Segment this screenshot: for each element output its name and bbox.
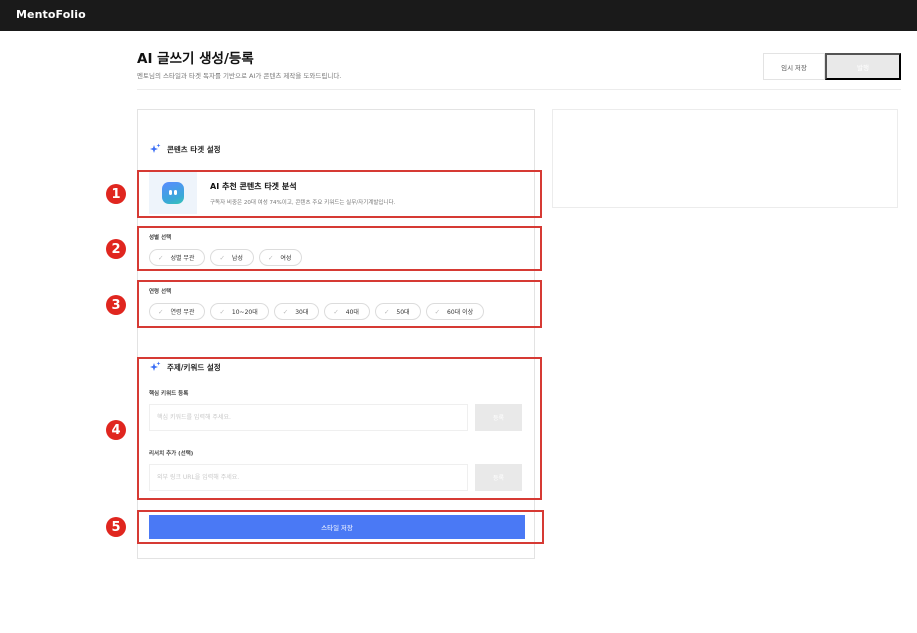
- target-section-title: 콘텐츠 타겟 설정: [167, 144, 221, 154]
- annotation-badge-1: 1: [106, 184, 126, 204]
- annotation-box-1: [137, 170, 542, 218]
- header-divider: [137, 89, 901, 90]
- annotation-badge-2: 2: [106, 239, 126, 259]
- annotation-box-2: [137, 226, 542, 271]
- publish-button[interactable]: 발행: [825, 53, 901, 80]
- preview-panel: [552, 109, 898, 208]
- annotation-box-5: [137, 510, 544, 544]
- page-title: AI 글쓰기 생성/등록: [137, 51, 254, 67]
- brand-logo[interactable]: MentoFolio: [16, 8, 86, 21]
- annotation-badge-5: 5: [106, 517, 126, 537]
- top-nav-bar: MentoFolio: [0, 0, 917, 31]
- target-section-header: 콘텐츠 타겟 설정: [149, 143, 221, 155]
- annotation-badge-3: 3: [106, 295, 126, 315]
- temp-save-button[interactable]: 임시 저장: [763, 53, 825, 80]
- annotation-badge-4: 4: [106, 420, 126, 440]
- annotation-box-4: [137, 357, 542, 500]
- annotation-box-3: [137, 280, 542, 328]
- page-subtitle: 멘토님의 스타일과 타겟 독자를 기반으로 AI가 콘텐츠 제작을 도와드립니다…: [137, 72, 342, 80]
- sparkle-icon: [150, 143, 161, 153]
